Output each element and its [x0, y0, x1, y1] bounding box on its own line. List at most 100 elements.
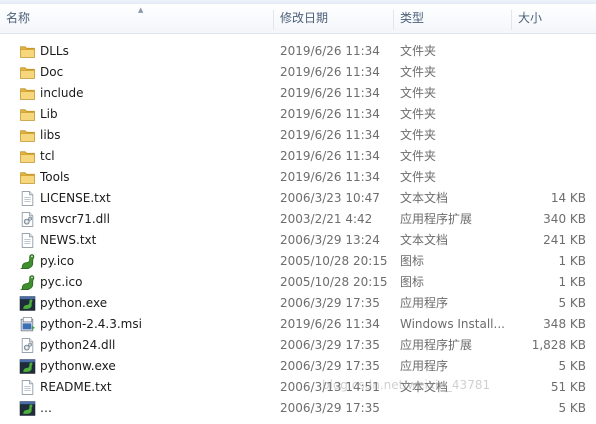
- column-header-date[interactable]: 修改日期: [274, 4, 393, 33]
- column-header-type[interactable]: 类型: [394, 4, 511, 33]
- file-name: python-2.4.3.msi: [40, 317, 142, 331]
- file-list: DLLs 2019/6/26 11:34 文件夹 Doc 2019/6/26 11:34…: [0, 41, 596, 419]
- file-type: 应用程序: [400, 296, 449, 310]
- file-name: py.ico: [40, 254, 75, 268]
- list-item[interactable]: py.ico 2005/10/28 20:15 图标 1 KB: [0, 251, 596, 272]
- file-size: 1 KB: [558, 254, 586, 268]
- column-header-name[interactable]: 名称 ▲: [0, 4, 273, 33]
- list-item[interactable]: Tools 2019/6/26 11:34 文件夹: [0, 167, 596, 188]
- file-type: 应用程序扩展: [400, 338, 473, 352]
- installer-icon: [19, 316, 36, 333]
- text-file-icon: [19, 232, 36, 249]
- python-icon: [19, 274, 36, 291]
- python-exe-icon: [19, 400, 36, 417]
- file-date: 2019/6/26 11:34: [280, 107, 380, 121]
- file-date: 2019/6/26 11:34: [280, 44, 380, 58]
- list-item[interactable]: tcl 2019/6/26 11:34 文件夹: [0, 146, 596, 167]
- dll-file-icon: [19, 211, 36, 228]
- file-date: 2019/6/26 11:34: [280, 128, 380, 142]
- folder-icon: [19, 169, 36, 186]
- file-type: 图标: [400, 254, 425, 268]
- list-item[interactable]: python-2.4.3.msi 2019/6/26 11:34 Windows I…: [0, 314, 596, 335]
- list-item[interactable]: Lib 2019/6/26 11:34 文件夹: [0, 104, 596, 125]
- file-size: 5 KB: [558, 359, 586, 373]
- folder-icon: [19, 85, 36, 102]
- file-name: libs: [40, 128, 61, 142]
- file-type: 应用程序扩展: [400, 212, 473, 226]
- list-item[interactable]: python24.dll 2006/3/29 17:35 应用程序扩展 1,828 K…: [0, 335, 596, 356]
- list-item[interactable]: … 2006/3/29 17:35 5 KB: [0, 398, 596, 419]
- text-file-icon: [19, 379, 36, 396]
- file-type: 文件夹: [400, 65, 437, 79]
- file-date: 2019/6/26 11:34: [280, 86, 380, 100]
- file-type: 文件夹: [400, 86, 437, 100]
- file-type: 文本文档: [400, 380, 449, 394]
- file-date: 2006/3/29 13:24: [280, 233, 380, 247]
- file-size: 5 KB: [558, 401, 586, 415]
- list-item[interactable]: pyc.ico 2005/10/28 20:15 图标 1 KB: [0, 272, 596, 293]
- file-type: 文件夹: [400, 128, 437, 142]
- folder-icon: [19, 148, 36, 165]
- folder-icon: [19, 43, 36, 60]
- file-type: [400, 398, 510, 419]
- file-name: python.exe: [40, 296, 108, 310]
- file-name: Lib: [40, 107, 58, 121]
- list-item[interactable]: DLLs 2019/6/26 11:34 文件夹: [0, 41, 596, 62]
- file-name: Tools: [40, 170, 70, 184]
- file-type: 图标: [400, 275, 425, 289]
- file-name: python24.dll: [40, 338, 116, 352]
- column-header-size-label: 大小: [518, 11, 543, 25]
- file-name: include: [40, 86, 84, 100]
- file-size: 1,828 KB: [531, 338, 586, 352]
- folder-icon: [19, 106, 36, 123]
- file-size: [512, 83, 586, 104]
- list-item[interactable]: include 2019/6/26 11:34 文件夹: [0, 83, 596, 104]
- file-date: 2019/6/26 11:34: [280, 317, 380, 331]
- list-item[interactable]: NEWS.txt 2006/3/29 13:24 文本文档 241 KB: [0, 230, 596, 251]
- python-icon: [19, 253, 36, 270]
- file-type: 应用程序: [400, 359, 449, 373]
- file-size: 340 KB: [543, 212, 586, 226]
- file-size: [512, 104, 586, 125]
- text-file-icon: [19, 190, 36, 207]
- file-name: Doc: [40, 65, 64, 79]
- file-name: tcl: [40, 149, 55, 163]
- file-type: 文件夹: [400, 170, 437, 184]
- list-item[interactable]: README.txt 2006/3/13 14:51 文本文档 51 KB: [0, 377, 596, 398]
- file-size: 1 KB: [558, 275, 586, 289]
- list-item[interactable]: msvcr71.dll 2003/2/21 4:42 应用程序扩展 340 KB: [0, 209, 596, 230]
- file-type: 文本文档: [400, 233, 449, 247]
- file-date: 2006/3/23 10:47: [280, 191, 380, 205]
- file-size: [512, 146, 586, 167]
- file-size: [512, 62, 586, 83]
- file-size: 348 KB: [543, 317, 586, 331]
- list-item[interactable]: Doc 2019/6/26 11:34 文件夹: [0, 62, 596, 83]
- sort-ascending-icon: ▲: [138, 6, 144, 14]
- column-header-name-label: 名称: [6, 11, 31, 25]
- python-exe-icon: [19, 358, 36, 375]
- file-size: 241 KB: [543, 233, 586, 247]
- file-date: 2006/3/29 17:35: [280, 338, 380, 352]
- python-exe-icon: [19, 295, 36, 312]
- list-item[interactable]: python.exe 2006/3/29 17:35 应用程序 5 KB: [0, 293, 596, 314]
- file-date: 2006/3/29 17:35: [280, 359, 380, 373]
- file-date: 2019/6/26 11:34: [280, 170, 380, 184]
- column-header-bar: 名称 ▲ 修改日期 类型 大小: [0, 4, 596, 34]
- file-type: 文件夹: [400, 149, 437, 163]
- dll-file-icon: [19, 337, 36, 354]
- column-header-type-label: 类型: [400, 11, 425, 25]
- file-name: pythonw.exe: [40, 359, 116, 373]
- file-name: NEWS.txt: [40, 233, 97, 247]
- list-item[interactable]: LICENSE.txt 2006/3/23 10:47 文本文档 14 KB: [0, 188, 596, 209]
- folder-icon: [19, 127, 36, 144]
- column-header-size[interactable]: 大小: [512, 4, 596, 33]
- list-item[interactable]: libs 2019/6/26 11:34 文件夹: [0, 125, 596, 146]
- file-name: LICENSE.txt: [40, 191, 111, 205]
- file-date: 2006/3/29 17:35: [280, 401, 380, 415]
- file-name: README.txt: [40, 380, 112, 394]
- file-name: DLLs: [40, 44, 69, 58]
- list-item[interactable]: pythonw.exe 2006/3/29 17:35 应用程序 5 KB: [0, 356, 596, 377]
- file-date: 2006/3/13 14:51: [280, 380, 380, 394]
- file-size: [512, 41, 586, 62]
- file-name: …: [40, 401, 52, 415]
